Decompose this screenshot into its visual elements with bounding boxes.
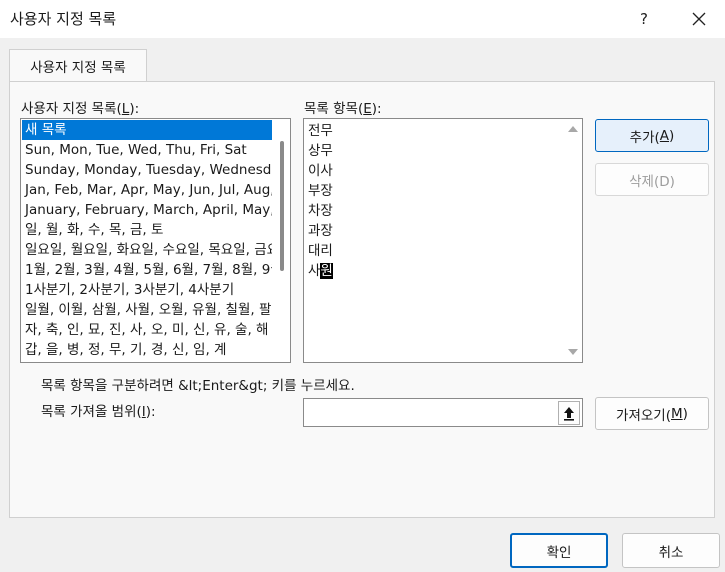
list-item[interactable]: January, February, March, April, May, Ju…	[22, 200, 272, 220]
entry-line: 상무	[308, 143, 333, 159]
tab-custom-lists[interactable]: 사용자 지정 목록	[9, 49, 147, 82]
list-entries-scrollbar[interactable]	[565, 119, 582, 362]
scroll-up-arrow-icon[interactable]	[568, 126, 578, 132]
list-item[interactable]: 1월, 2월, 3월, 4월, 5월, 6월, 7월, 8월, 9월, 10월,…	[22, 260, 272, 280]
entry-line: 차장	[308, 203, 333, 219]
entry-line: 과장	[308, 223, 333, 239]
selected-text: 원	[320, 263, 333, 279]
scroll-thumb[interactable]	[280, 141, 284, 271]
help-button[interactable]: ?	[624, 4, 664, 34]
custom-lists-listbox[interactable]: 새 목록 Sun, Mon, Tue, Wed, Thu, Fri, Sat Sun…	[20, 118, 291, 363]
close-button[interactable]	[679, 4, 719, 34]
entry-line: 대리	[308, 243, 333, 259]
cancel-button[interactable]: 취소	[622, 533, 720, 568]
close-icon	[692, 12, 706, 26]
list-item[interactable]: 자, 축, 인, 묘, 진, 사, 오, 미, 신, 유, 술, 해	[22, 320, 272, 340]
custom-lists-label: 사용자 지정 목록(L):	[21, 101, 140, 117]
title-bar: 사용자 지정 목록 ?	[0, 0, 725, 38]
list-item[interactable]: Sunday, Monday, Tuesday, Wednesday, Thur…	[22, 160, 272, 180]
entry-line: 부장	[308, 183, 333, 199]
list-item[interactable]: 1사분기, 2사분기, 3사분기, 4사분기	[22, 280, 272, 300]
import-range-input[interactable]	[303, 398, 583, 427]
custom-lists-items: 새 목록 Sun, Mon, Tue, Wed, Thu, Fri, Sat Sun…	[22, 120, 272, 360]
list-item[interactable]: Jan, Feb, Mar, Apr, May, Jun, Jul, Aug, …	[22, 180, 272, 200]
list-item[interactable]: 일요일, 월요일, 화요일, 수요일, 목요일, 금요일, 토요일	[22, 240, 272, 260]
entry-line-last: 사원	[308, 263, 333, 279]
import-button[interactable]: 가져오기(M)	[595, 397, 709, 430]
hint-text: 목록 항목을 구분하려면 &lt;Enter&gt; 키를 누르세요.	[41, 378, 355, 394]
list-entries-content: 전무상무이사부장차장과장대리 사원	[307, 121, 333, 281]
import-range-label: 목록 가져올 범위(I):	[41, 404, 156, 420]
custom-lists-scrollbar[interactable]	[273, 119, 290, 362]
dialog-title: 사용자 지정 목록	[10, 10, 117, 28]
list-item[interactable]: 일월, 이월, 삼월, 사월, 오월, 유월, 칠월, 팔월, 구월, 시월, …	[22, 300, 272, 320]
list-item[interactable]: Sun, Mon, Tue, Wed, Thu, Fri, Sat	[22, 140, 272, 160]
help-icon: ?	[640, 10, 648, 28]
list-entries-textarea[interactable]: 전무상무이사부장차장과장대리 사원	[303, 118, 583, 363]
range-collapse-button[interactable]	[558, 401, 580, 425]
scroll-down-arrow-icon[interactable]	[568, 349, 578, 355]
list-item[interactable]: 갑, 을, 병, 정, 무, 기, 경, 신, 임, 계	[22, 340, 272, 360]
entry-lines: 전무상무이사부장차장과장대리	[307, 121, 333, 261]
ok-button[interactable]: 확인	[510, 533, 608, 568]
dialog-body: 사용자 지정 목록 사용자 지정 목록(L): 새 목록 Sun, Mon, Tu…	[0, 38, 725, 572]
delete-button[interactable]: 삭제(D)	[595, 163, 709, 196]
list-item[interactable]: 일, 월, 화, 수, 목, 금, 토	[22, 220, 272, 240]
list-item[interactable]: 새 목록	[22, 120, 272, 140]
range-collapse-icon	[564, 407, 574, 421]
add-button[interactable]: 추가(A)	[595, 119, 709, 152]
list-entries-label: 목록 항목(E):	[304, 101, 382, 117]
entry-line: 전무	[308, 123, 333, 139]
entry-line: 이사	[308, 163, 333, 179]
